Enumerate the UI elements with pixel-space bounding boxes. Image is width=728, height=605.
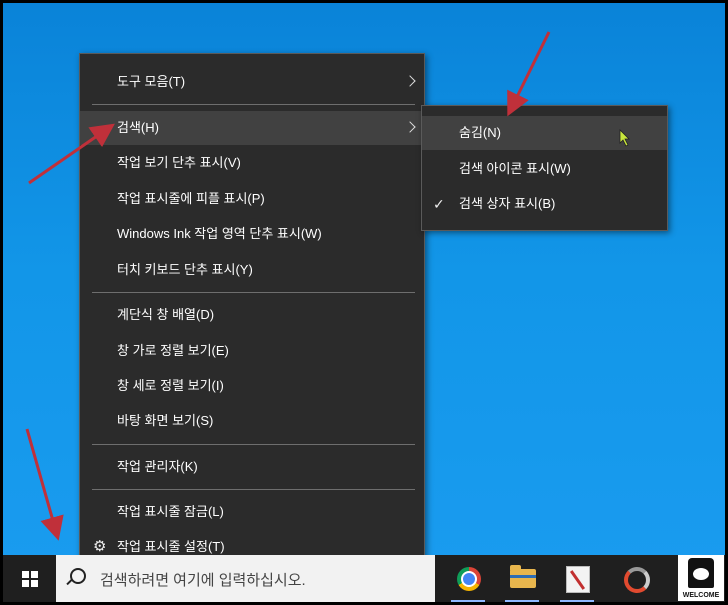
annotation-arrows — [25, 31, 630, 541]
annotation-arrow — [28, 123, 115, 185]
desktop: 도구 모음(T) 검색(H) 작업 보기 단추 표시(V) 작업 표시줄에 피플… — [3, 3, 725, 602]
mouse-cursor-icon — [619, 129, 630, 147]
annotation-arrow — [507, 31, 551, 117]
annotation-arrow — [25, 428, 64, 541]
